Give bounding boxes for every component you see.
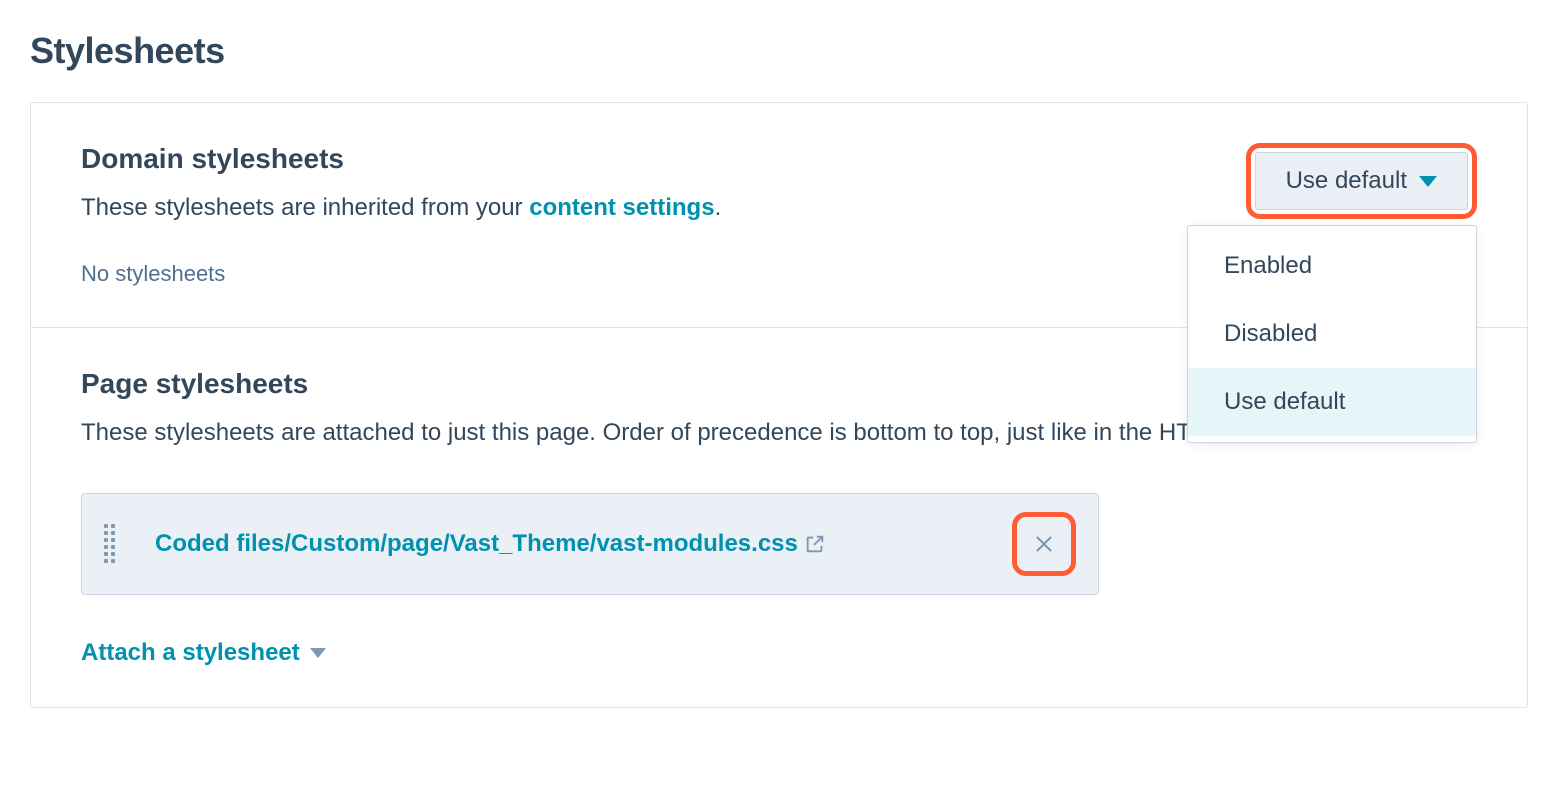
dropdown-option-use-default[interactable]: Use default [1188, 368, 1476, 436]
page-title: Stylesheets [30, 30, 1528, 72]
domain-stylesheets-section: Domain stylesheets These stylesheets are… [31, 103, 1527, 327]
drag-handle-icon[interactable] [104, 524, 115, 563]
description-text: These stylesheets are inherited from you… [81, 194, 529, 221]
dropdown-label: Use default [1286, 167, 1407, 195]
use-default-dropdown[interactable]: Use default [1255, 152, 1468, 210]
domain-stylesheets-heading: Domain stylesheets [81, 143, 721, 175]
stylesheet-file-link[interactable]: Coded files/Custom/page/Vast_Theme/vast-… [155, 530, 992, 558]
attach-stylesheet-button[interactable]: Attach a stylesheet [81, 639, 326, 667]
highlight-annotation: Use default [1246, 143, 1477, 219]
dropdown-option-enabled[interactable]: Enabled [1188, 232, 1476, 300]
caret-down-icon [1419, 176, 1437, 187]
highlight-annotation [1012, 512, 1076, 576]
content-settings-link[interactable]: content settings [529, 194, 714, 221]
remove-stylesheet-button[interactable] [1021, 521, 1067, 567]
caret-down-icon [310, 648, 326, 658]
stylesheet-path: Coded files/Custom/page/Vast_Theme/vast-… [155, 530, 798, 558]
dropdown-option-disabled[interactable]: Disabled [1188, 300, 1476, 368]
domain-dropdown-wrap: Use default Enabled Disabled Use default [1246, 143, 1477, 219]
domain-stylesheets-description: These stylesheets are inherited from you… [81, 189, 721, 227]
dropdown-menu: Enabled Disabled Use default [1187, 225, 1477, 443]
description-suffix: . [715, 194, 722, 221]
external-link-icon [804, 533, 826, 555]
no-stylesheets-text: No stylesheets [81, 261, 721, 287]
attach-stylesheet-label: Attach a stylesheet [81, 639, 300, 667]
stylesheets-panel: Domain stylesheets These stylesheets are… [30, 102, 1528, 708]
close-icon [1034, 534, 1054, 554]
stylesheet-row: Coded files/Custom/page/Vast_Theme/vast-… [81, 493, 1099, 595]
